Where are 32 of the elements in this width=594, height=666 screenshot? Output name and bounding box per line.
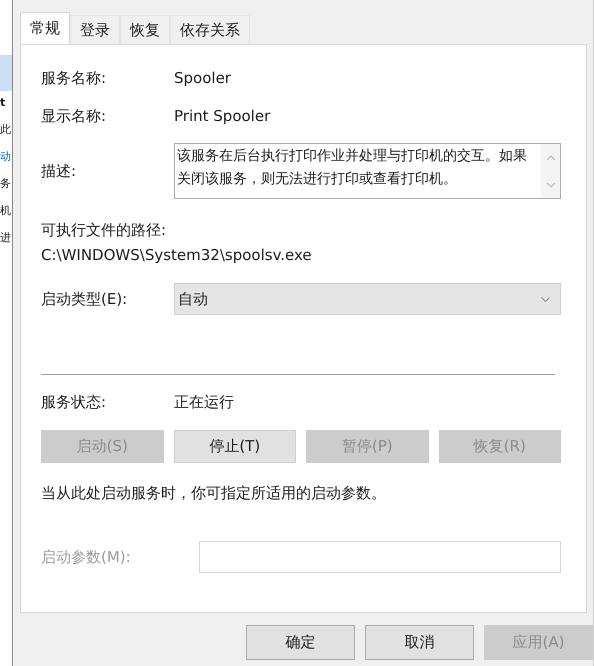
- tab[interactable]: 依存关系: [170, 15, 250, 44]
- text-fragment: 进: [0, 231, 12, 244]
- field-label: 描述:: [41, 162, 78, 180]
- tab[interactable]: 常规: [20, 12, 70, 44]
- tab[interactable]: 登录: [70, 15, 120, 44]
- scroll-down-icon[interactable]: [546, 182, 556, 188]
- text-fragment: 务: [0, 177, 12, 190]
- startup-type-dropdown[interactable]: 自动: [174, 283, 561, 315]
- dialog-button[interactable]: 取消: [365, 625, 474, 660]
- selected-row-highlight: [0, 55, 12, 91]
- hint-text: 当从此处启动服务时，你可指定所适用的启动参数。: [41, 484, 387, 503]
- status-value: 正在运行: [174, 392, 234, 412]
- field-label: 服务状态:: [41, 392, 108, 412]
- field-label: 显示名称:: [41, 106, 108, 126]
- field-value: Print Spooler: [174, 107, 270, 125]
- description-text: 该服务在后台执行打印作业并处理与打印机的交互。如果关闭该服务，则无法进行打印或查看打印机。: [176, 147, 528, 189]
- link-fragment[interactable]: 动: [0, 150, 12, 163]
- field-label: 启动参数(M):: [41, 548, 132, 566]
- field-label: 服务名称:: [41, 68, 108, 88]
- text-fragment: t: [0, 96, 6, 109]
- caret-icon: [541, 296, 550, 302]
- field-label: 可执行文件的路径:: [41, 220, 168, 241]
- text-fragment: 机: [0, 204, 12, 217]
- path-value: C:\WINDOWS\System32\spoolsv.exe: [41, 245, 313, 266]
- field-label: 启动类型(E):: [41, 290, 128, 308]
- text-fragment: 此: [0, 123, 12, 136]
- tab[interactable]: 恢复: [120, 15, 170, 44]
- dialog-button[interactable]: 确定: [246, 625, 355, 660]
- field-value: Spooler: [174, 69, 231, 87]
- start-parameters-field[interactable]: [199, 541, 561, 573]
- scroll-up-icon[interactable]: [546, 154, 556, 160]
- service-button[interactable]: 停止(T): [174, 430, 296, 463]
